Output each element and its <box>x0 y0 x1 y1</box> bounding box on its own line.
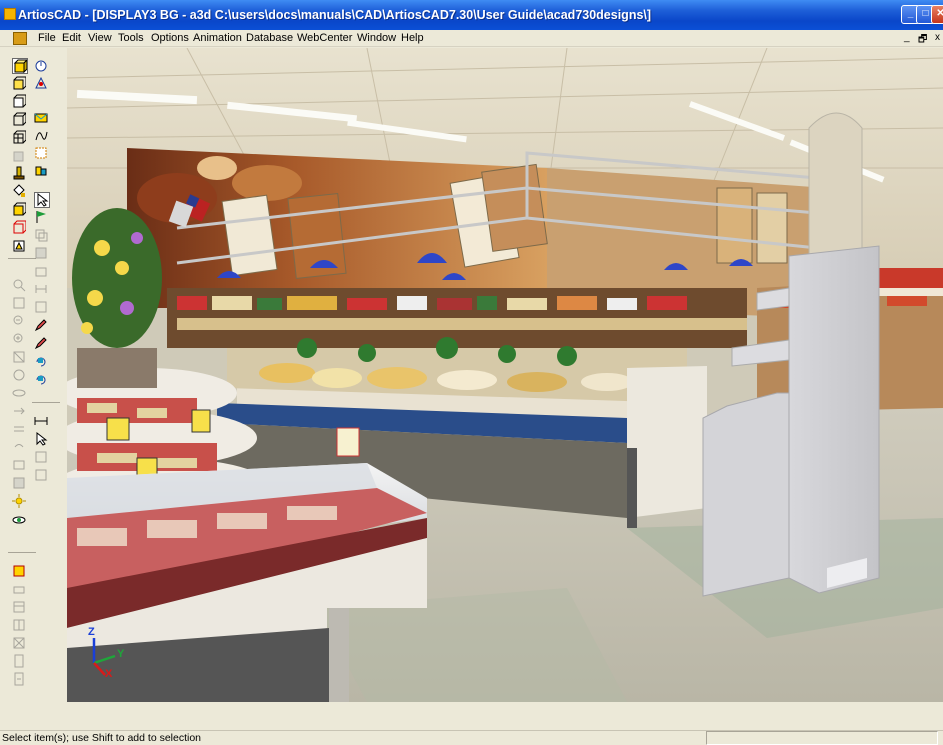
pencil-icon[interactable] <box>34 318 50 334</box>
stack-pallet-icon[interactable] <box>34 246 50 262</box>
bundle-icon[interactable] <box>34 264 50 280</box>
pencil-alt-icon[interactable] <box>34 336 50 352</box>
view-3d-icon[interactable] <box>12 76 28 92</box>
view-grid-icon[interactable] <box>12 130 28 146</box>
rotate-alt-icon[interactable] <box>34 372 50 388</box>
menu-animation[interactable]: Animation <box>193 32 242 44</box>
title-bar: ArtiosCAD - [DISPLAY3 BG - a3d C:\users\… <box>0 0 943 30</box>
print-icon[interactable] <box>12 582 28 598</box>
view-wire-icon[interactable] <box>12 94 28 110</box>
light-icon[interactable] <box>12 494 28 510</box>
frame-select-icon[interactable] <box>34 146 50 162</box>
zoom-fit-icon[interactable] <box>12 332 28 348</box>
app-logo-icon <box>4 8 16 20</box>
menu-file[interactable]: File <box>38 32 56 44</box>
pointer-measure-icon[interactable] <box>34 431 50 448</box>
envelope-icon[interactable] <box>34 110 50 126</box>
fill-icon[interactable] <box>12 184 28 200</box>
toolbar-separator <box>32 402 60 403</box>
zoom-in-icon[interactable] <box>12 278 28 294</box>
report-icon[interactable] <box>12 564 28 580</box>
close-button[interactable]: ✕ <box>931 5 943 24</box>
pan-icon[interactable] <box>12 368 28 384</box>
menu-options[interactable]: Options <box>151 32 189 44</box>
mdi-restore-button[interactable]: 🗗 <box>918 32 927 49</box>
measure-icon[interactable] <box>34 414 50 430</box>
undo-icon[interactable] <box>12 440 28 456</box>
left-toolbar <box>4 48 64 700</box>
fold-icon[interactable] <box>12 202 28 218</box>
zoom-box-icon[interactable] <box>12 296 28 312</box>
dimension-tool-icon[interactable] <box>34 468 50 484</box>
curve-icon[interactable] <box>34 128 50 144</box>
page-icon[interactable] <box>12 654 28 670</box>
rotate-icon[interactable] <box>34 354 50 370</box>
view-solid-icon[interactable] <box>12 58 29 74</box>
frame-icon[interactable] <box>12 458 28 474</box>
eye-icon[interactable] <box>12 386 28 402</box>
layout-icon[interactable] <box>12 618 28 634</box>
page-end-icon[interactable] <box>12 672 28 688</box>
red-box-icon[interactable] <box>12 220 28 236</box>
status-panel <box>706 731 938 745</box>
menu-help[interactable]: Help <box>401 32 424 44</box>
material-icon[interactable] <box>12 476 28 492</box>
store-background-image <box>67 48 943 702</box>
menu-view[interactable]: View <box>88 32 112 44</box>
status-bar: Select item(s); use Shift to add to sele… <box>0 730 943 745</box>
axis-x-label: X <box>105 668 113 680</box>
align-icon[interactable] <box>34 164 50 180</box>
dimension-icon[interactable] <box>34 282 50 298</box>
export-icon[interactable] <box>12 636 28 652</box>
timer-icon[interactable] <box>34 58 50 74</box>
mdi-close-button[interactable]: x <box>935 32 940 43</box>
toolbar-separator <box>8 552 36 553</box>
window-title: ArtiosCAD - [DISPLAY3 BG - a3d C:\users\… <box>18 8 652 22</box>
move-icon[interactable] <box>12 404 28 420</box>
document-icon[interactable] <box>13 32 27 45</box>
3d-viewport[interactable]: Z Y X <box>67 48 943 702</box>
axis-y-label: Y <box>117 648 125 660</box>
menu-webcenter[interactable]: WebCenter <box>297 32 352 44</box>
stack-icon[interactable] <box>12 422 28 438</box>
dimension-alt-icon[interactable] <box>34 450 50 466</box>
view-cut-icon[interactable] <box>12 148 28 164</box>
flag-icon[interactable] <box>34 210 50 226</box>
camera-eye-icon[interactable] <box>12 512 28 528</box>
axis-z-label: Z <box>88 626 95 638</box>
status-message: Select item(s); use Shift to add to sele… <box>2 732 202 744</box>
note-icon[interactable] <box>34 300 50 316</box>
scale-icon[interactable] <box>12 350 28 366</box>
view-box-icon[interactable] <box>12 112 28 128</box>
menu-database[interactable]: Database <box>246 32 293 44</box>
menu-window[interactable]: Window <box>357 32 396 44</box>
menu-bar: File Edit View Tools Options Animation D… <box>0 30 943 47</box>
table-icon[interactable] <box>12 600 28 616</box>
mdi-minimize-button[interactable]: _ <box>904 32 910 43</box>
select-icon[interactable] <box>34 192 50 208</box>
explode-icon[interactable] <box>34 76 50 92</box>
copy-icon[interactable] <box>34 228 50 244</box>
pallet-icon[interactable] <box>12 166 28 182</box>
menu-tools[interactable]: Tools <box>118 32 144 44</box>
zoom-out-icon[interactable] <box>12 314 28 330</box>
toolbar-separator <box>8 258 36 259</box>
menu-edit[interactable]: Edit <box>62 32 81 44</box>
fold-animation-icon[interactable] <box>12 238 28 254</box>
